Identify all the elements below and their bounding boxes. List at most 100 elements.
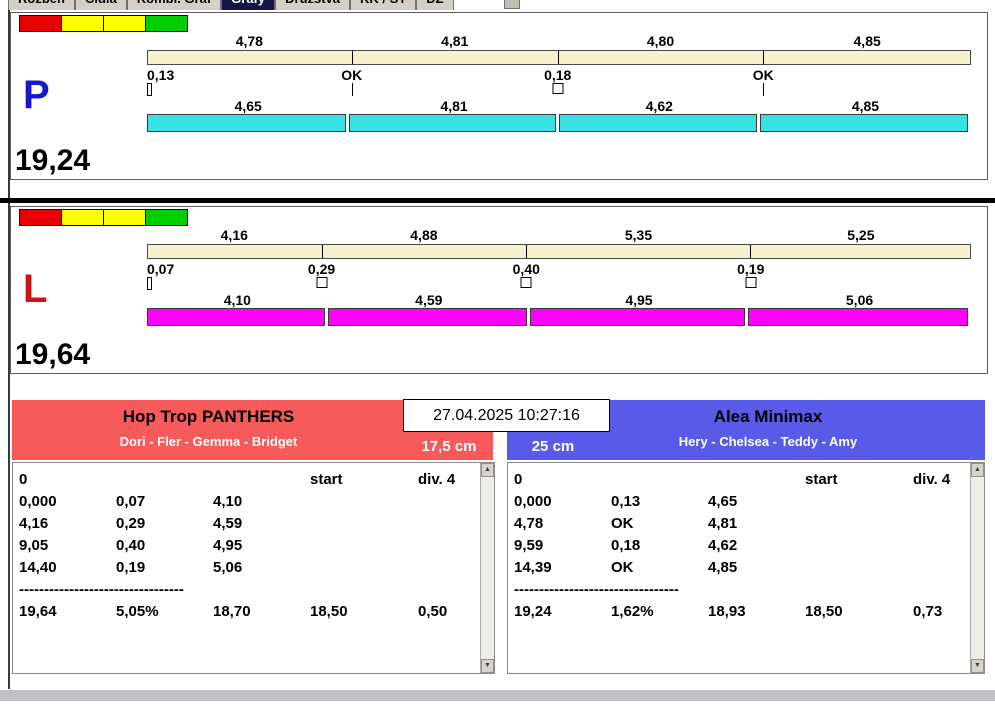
- ok-tick-marker: [351, 83, 353, 96]
- split-time-value: 4,80: [646, 33, 675, 49]
- result-cell: 14,40: [19, 559, 57, 576]
- scroll-up-icon[interactable]: ▲: [971, 463, 984, 477]
- result-cell: 4,85: [708, 559, 738, 576]
- result-total-cell: 0,50: [418, 603, 448, 620]
- app-window: RozběhČidlaKombi. GrafGrafyDružstvaKK / …: [0, 0, 995, 716]
- dog-time-segment: [327, 308, 527, 326]
- result-cell: 5,06: [213, 559, 243, 576]
- split-times-row: 4,78 4,81 4,80 4,85: [147, 33, 971, 49]
- split-time-value: 5,25: [847, 227, 875, 243]
- start-lights: [19, 15, 188, 32]
- scroll-down-icon[interactable]: ▼: [481, 659, 494, 673]
- tab-grafy[interactable]: Grafy: [221, 0, 276, 10]
- dog-time-segment: [748, 308, 968, 326]
- result-total-cell: 18,50: [310, 603, 348, 620]
- dog-time-value: 4,65: [234, 98, 262, 114]
- start-times-row: 0,13 OK 0,18 OK: [147, 67, 971, 83]
- result-cell: div. 4: [418, 471, 456, 488]
- result-total-cell: 18,70: [213, 603, 251, 620]
- dog-time-segment: [349, 114, 556, 132]
- start-time-value: 0,40: [512, 261, 540, 277]
- dog-time-value: 4,62: [645, 98, 673, 114]
- split-bar: [147, 244, 971, 259]
- split-bar-tick: [526, 245, 528, 258]
- result-total-cell: 19,24: [514, 603, 552, 620]
- tab-dz[interactable]: DZ: [416, 0, 454, 10]
- start-light-2: [103, 15, 146, 32]
- dog-time-bar: [147, 114, 971, 132]
- result-cell: 0,07: [116, 493, 146, 510]
- dog-time-value: 4,59: [415, 292, 443, 308]
- results-left-scrollbar[interactable]: ▲ ▼: [480, 463, 494, 673]
- result-cell: 4,59: [213, 515, 243, 532]
- result-cell: start: [805, 471, 838, 488]
- results-right-rows: 0 start div. 4 0,000 0,13 4,65 4,78 OK 4,81 9,59 0…: [508, 463, 984, 673]
- tab-dru-stva[interactable]: Družstva: [275, 0, 351, 10]
- result-total-cell: 1,62%: [611, 603, 654, 620]
- start-fault-marker: [520, 277, 532, 288]
- split-bar: [147, 50, 971, 65]
- result-total-cell: 0,73: [913, 603, 943, 620]
- result-total-cell: 5,05%: [116, 603, 159, 620]
- split-time-value: 4,88: [410, 227, 438, 243]
- start-fault-marker: [147, 277, 152, 290]
- start-fault-marker: [316, 277, 328, 288]
- results-right-scrollbar[interactable]: ▲ ▼: [970, 463, 984, 673]
- start-fault-marker: [552, 83, 564, 94]
- result-cell: 0,29: [116, 515, 146, 532]
- lane-panel-p: P 4,78 4,81 4,80 4,85 0,13 OK 0,18 OK 4,65 4,81…: [10, 12, 988, 180]
- tab-kombi-graf[interactable]: Kombi. Graf: [126, 0, 222, 10]
- tab-kk-st[interactable]: KK / ST: [350, 0, 417, 10]
- start-fault-marker: [745, 277, 757, 288]
- result-cell: 4,65: [708, 493, 738, 510]
- result-cell: 4,81: [708, 515, 738, 532]
- result-cell: start: [310, 471, 343, 488]
- lane-divider: [0, 198, 995, 203]
- dog-time-segment: [759, 114, 968, 132]
- split-bar-tick: [352, 51, 354, 64]
- split-bar-tick: [762, 51, 764, 64]
- start-time-value: OK: [341, 67, 363, 83]
- lane-letter: L: [23, 267, 48, 311]
- start-markers-row: [147, 83, 971, 97]
- result-cell: 0,18: [611, 537, 641, 554]
- results-right: 0 start div. 4 0,000 0,13 4,65 4,78 OK 4,81 9,59 0…: [507, 462, 985, 674]
- scroll-up-icon[interactable]: ▲: [481, 463, 494, 477]
- tab--idla[interactable]: Čidla: [74, 0, 127, 10]
- dog-time-segment: [147, 114, 347, 132]
- start-time-value: OK: [752, 67, 774, 83]
- result-cell: 9,59: [514, 537, 544, 554]
- result-separator: ---------------------------------: [514, 581, 679, 598]
- lane-total-time: 19,64: [15, 338, 91, 371]
- jump-height-left: 17,5 cm: [421, 438, 477, 455]
- split-time-value: 4,85: [853, 33, 881, 49]
- result-cell: 0,40: [116, 537, 146, 554]
- split-time-value: 4,16: [220, 227, 248, 243]
- result-cell: OK: [611, 559, 634, 576]
- result-total-cell: 18,93: [708, 603, 746, 620]
- split-time-value: 5,35: [624, 227, 653, 243]
- dog-time-value: 5,06: [845, 292, 874, 308]
- results-left-rows: 0 start div. 4 0,000 0,07 4,10 4,16 0,29 4,59 9,0…: [13, 463, 494, 673]
- result-cell: 4,16: [19, 515, 49, 532]
- dog-time-value: 4,85: [851, 98, 880, 114]
- tab-bar-mini-button[interactable]: [503, 0, 520, 9]
- result-cell: 0: [514, 471, 523, 488]
- result-total-cell: 18,50: [805, 603, 843, 620]
- result-cell: 9,05: [19, 537, 49, 554]
- start-light-2: [103, 209, 146, 226]
- result-cell: 4,95: [213, 537, 243, 554]
- start-light-3: [145, 209, 188, 226]
- ok-tick-marker: [763, 83, 765, 96]
- tab-rozb-h[interactable]: Rozběh: [8, 0, 75, 10]
- split-bar-tick: [322, 245, 324, 258]
- scroll-down-icon[interactable]: ▼: [971, 659, 984, 673]
- status-bar: [0, 690, 995, 701]
- start-light-0: [19, 209, 62, 226]
- result-cell: div. 4: [913, 471, 951, 488]
- split-bar-tick: [557, 51, 559, 64]
- result-cell: 4,78: [514, 515, 544, 532]
- result-cell: 4,10: [213, 493, 243, 510]
- dog-time-segment: [558, 114, 757, 132]
- start-time-value: 0,13: [147, 67, 175, 83]
